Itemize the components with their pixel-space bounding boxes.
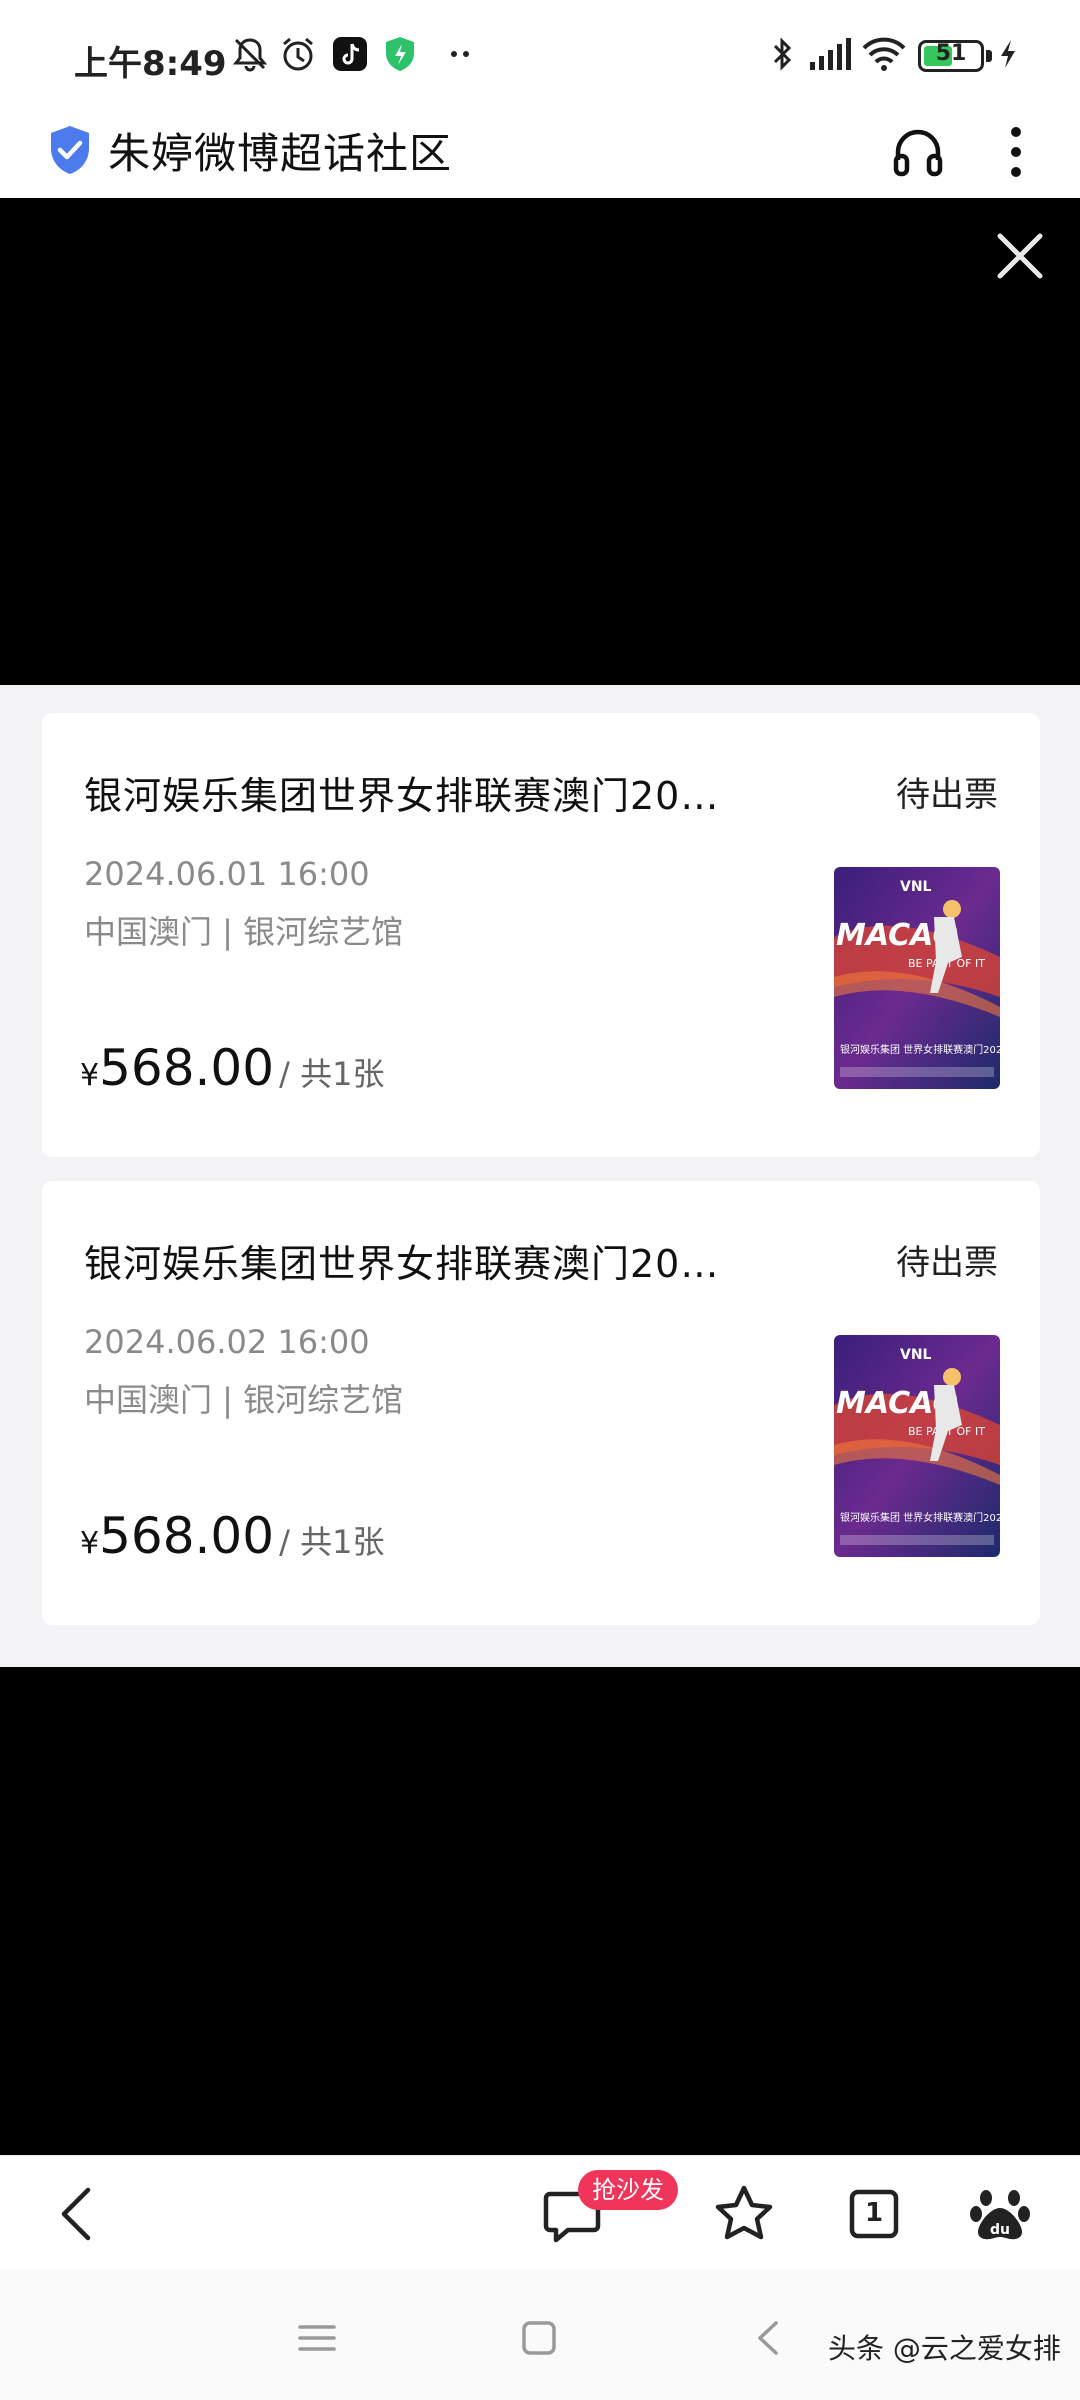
alarm-icon <box>283 37 313 71</box>
shield-bolt-icon <box>386 37 414 71</box>
poster-caption: 银河娱乐集团 世界女排联赛澳门2024 <box>840 1511 1000 1524</box>
ticket-quantity: / 共1张 <box>279 1523 385 1561</box>
order-status: 待出票 <box>896 775 998 815</box>
star-icon[interactable] <box>708 2178 780 2250</box>
order-status: 待出票 <box>896 1243 998 1283</box>
wifi-icon <box>862 37 906 71</box>
poster-caption: 银河娱乐集团 世界女排联赛澳门2024 <box>840 1043 1000 1056</box>
bluetooth-icon <box>773 37 792 71</box>
order-datetime: 2024.06.01 16:00 <box>84 855 370 893</box>
order-title: 银河娱乐集团世界女排联赛澳门20… <box>84 1242 720 1286</box>
tiktok-icon <box>333 37 367 71</box>
baidu-paw-icon[interactable]: du <box>964 2178 1036 2250</box>
order-list: 银河娱乐集团世界女排联赛澳门20… 待出票 2024.06.01 16:00 中… <box>0 685 1080 1667</box>
order-card[interactable]: 银河娱乐集团世界女排联赛澳门20… 待出票 2024.06.01 16:00 中… <box>42 713 1040 1157</box>
currency-symbol: ¥ <box>80 1058 100 1093</box>
order-price: ¥568.00 / 共1张 <box>80 1507 384 1565</box>
ticket-quantity: / 共1张 <box>279 1055 385 1093</box>
overlay-black-bottom <box>0 1667 1080 2155</box>
battery-tip <box>986 50 992 62</box>
back-triangle-icon[interactable] <box>744 2313 794 2363</box>
currency-symbol: ¥ <box>80 1526 100 1561</box>
browser-toolbar: 1 du <box>0 2155 1080 2269</box>
order-title: 银河娱乐集团世界女排联赛澳门20… <box>84 774 720 818</box>
status-bar: 上午8:49 51 <box>0 0 1080 110</box>
price-value: 568.00 <box>99 1039 275 1097</box>
battery-icon: 51 <box>918 40 984 72</box>
event-poster[interactable]: VNL MACAO BE PART OF IT 银河娱乐集团 世界女排联赛澳门2… <box>834 1335 1000 1557</box>
order-datetime: 2024.06.02 16:00 <box>84 1323 370 1361</box>
tab-count: 1 <box>864 2198 884 2228</box>
signal-icon <box>810 38 851 70</box>
more-vertical-icon[interactable] <box>996 120 1036 184</box>
mute-bell-icon <box>232 38 268 72</box>
overlay-black-top <box>0 198 1080 685</box>
poster-vnl: VNL <box>900 879 932 895</box>
more-dots-icon <box>451 51 469 57</box>
page-header: 朱婷微博超话社区 <box>0 110 1080 198</box>
order-card[interactable]: 银河娱乐集团世界女排联赛澳门20… 待出票 2024.06.02 16:00 中… <box>42 1181 1040 1625</box>
charging-icon <box>1001 40 1015 68</box>
order-venue: 中国澳门 | 银河综艺馆 <box>84 1381 404 1419</box>
back-icon[interactable] <box>42 2178 114 2250</box>
headphones-icon[interactable] <box>890 124 946 180</box>
order-venue: 中国澳门 | 银河综艺馆 <box>84 913 404 951</box>
tabs-button[interactable]: 1 <box>838 2178 910 2250</box>
close-icon[interactable] <box>992 228 1048 284</box>
verified-shield-icon <box>51 126 89 174</box>
order-price: ¥568.00 / 共1张 <box>80 1039 384 1097</box>
event-poster[interactable]: VNL MACAO BE PART OF IT 银河娱乐集团 世界女排联赛澳门2… <box>834 867 1000 1089</box>
price-value: 568.00 <box>99 1507 275 1565</box>
menu-icon[interactable] <box>292 2313 342 2363</box>
page-title: 朱婷微博超话社区 <box>108 129 453 178</box>
watermark: 头条 @云之爱女排 <box>828 2332 1061 2365</box>
status-time: 上午8:49 <box>74 44 227 84</box>
comment-badge[interactable]: 抢沙发 <box>578 2170 678 2210</box>
svg-text:du: du <box>990 2222 1010 2238</box>
battery-percent: 51 <box>935 41 967 66</box>
home-icon[interactable] <box>514 2313 564 2363</box>
system-nav-bar: 头条 @云之爱女排 <box>0 2269 1080 2400</box>
poster-vnl: VNL <box>900 1347 932 1363</box>
